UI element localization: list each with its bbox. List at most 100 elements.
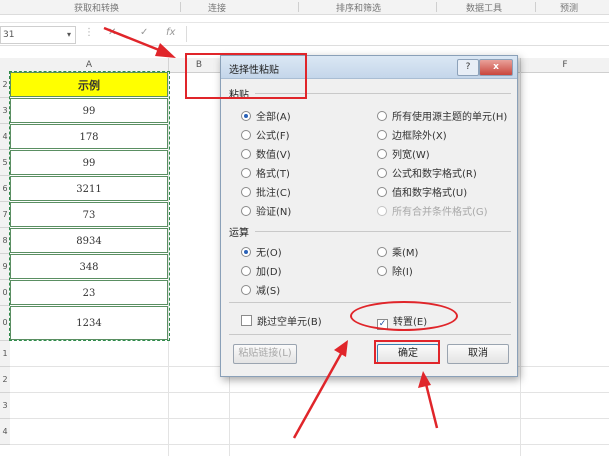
group-divider (229, 302, 511, 303)
radio-icon (377, 168, 387, 178)
radio-icon (377, 149, 387, 159)
column-header-f[interactable]: F (521, 58, 609, 73)
ribbon-group-connections[interactable]: 连接 (208, 1, 226, 14)
radio-icon (241, 247, 251, 257)
radio-op-subtract[interactable]: 减(S) (241, 282, 280, 297)
cell-a-header[interactable]: 示例 (10, 72, 168, 97)
radio-icon (241, 285, 251, 295)
chevron-down-icon[interactable]: ▾ (65, 27, 71, 43)
cell-value[interactable]: 99 (10, 98, 168, 123)
radio-op-add[interactable]: 加(D) (241, 263, 282, 278)
radio-icon (241, 168, 251, 178)
radio-paste-all[interactable]: 全部(A) (241, 108, 291, 123)
dialog-titlebar[interactable]: 选择性粘贴 ? x (221, 56, 517, 79)
radio-paste-values-number-formats[interactable]: 值和数字格式(U) (377, 184, 467, 199)
cell-value[interactable]: 8934 (10, 228, 168, 253)
grid-line (10, 418, 609, 419)
radio-paste-formulas[interactable]: 公式(F) (241, 127, 290, 142)
more-icon: ⋮ (84, 27, 94, 38)
row-header[interactable]: 4 (0, 419, 10, 445)
row-header[interactable]: 0 (0, 280, 10, 306)
cell-value[interactable]: 348 (10, 254, 168, 279)
checkmark-icon: ✓ (377, 319, 388, 330)
row-header[interactable]: 5 (0, 150, 10, 176)
ribbon-separator (180, 2, 181, 12)
radio-icon (377, 111, 387, 121)
close-button[interactable]: x (479, 59, 513, 76)
cell-value[interactable]: 178 (10, 124, 168, 149)
radio-paste-formats[interactable]: 格式(T) (241, 165, 290, 180)
radio-icon (241, 111, 251, 121)
cell-value[interactable]: 23 (10, 280, 168, 305)
cell-value[interactable]: 1234 (10, 306, 168, 340)
radio-op-none[interactable]: 无(O) (241, 244, 282, 259)
radio-op-divide[interactable]: 除(I) (377, 263, 413, 278)
row-header[interactable]: 4 (0, 124, 10, 150)
ribbon-separator (436, 2, 437, 12)
radio-icon (241, 266, 251, 276)
radio-paste-column-widths[interactable]: 列宽(W) (377, 146, 430, 161)
group-divider (255, 93, 511, 94)
dialog-title: 选择性粘贴 (229, 65, 279, 76)
grid-line (10, 392, 609, 393)
operation-group-label: 运算 (229, 228, 249, 239)
transpose-checkbox[interactable]: ✓ 转置(E) (377, 313, 427, 330)
radio-icon (377, 187, 387, 197)
ribbon-separator (298, 2, 299, 12)
cell-value[interactable]: 73 (10, 202, 168, 227)
column-header-a[interactable]: A (10, 58, 169, 73)
row-header[interactable]: 7 (0, 202, 10, 228)
cancel-icon[interactable]: ✕ (108, 27, 116, 38)
grid-line (520, 72, 521, 456)
radio-paste-no-borders[interactable]: 边框除外(X) (377, 127, 447, 142)
help-button[interactable]: ? (457, 59, 479, 76)
group-divider (229, 334, 511, 335)
radio-paste-values[interactable]: 数值(V) (241, 146, 291, 161)
cell-value[interactable]: 3211 (10, 176, 168, 201)
row-header[interactable]: 2 (0, 72, 10, 98)
skip-blanks-checkbox[interactable]: 跳过空单元(B) (241, 313, 322, 328)
ribbon-separator (535, 2, 536, 12)
radio-paste-formulas-number-formats[interactable]: 公式和数字格式(R) (377, 165, 477, 180)
radio-icon (377, 266, 387, 276)
radio-icon (377, 130, 387, 140)
radio-paste-comments[interactable]: 批注(C) (241, 184, 291, 199)
radio-icon (241, 187, 251, 197)
row-header[interactable]: 8 (0, 228, 10, 254)
radio-icon (377, 206, 387, 216)
radio-icon (241, 149, 251, 159)
ribbon-group-sort-filter[interactable]: 排序和筛选 (336, 1, 381, 14)
paste-group-label: 粘贴 (229, 90, 249, 101)
name-box[interactable]: 31 ▾ (0, 26, 76, 44)
formula-input[interactable] (186, 26, 609, 42)
cell-value[interactable]: 99 (10, 150, 168, 175)
group-divider (255, 231, 511, 232)
ribbon-group-strip: 获取和转换 连接 排序和筛选 数据工具 预测 (0, 0, 609, 15)
cancel-button[interactable]: 取消 (447, 344, 509, 364)
grid-line (10, 444, 609, 445)
radio-op-multiply[interactable]: 乘(M) (377, 244, 418, 259)
ribbon-group-get-transform[interactable]: 获取和转换 (74, 1, 119, 14)
radio-icon (377, 247, 387, 257)
radio-paste-validation[interactable]: 验证(N) (241, 203, 291, 218)
radio-paste-merge-conditional: 所有合并条件格式(G) (377, 203, 488, 218)
ok-button[interactable]: 确定 (377, 344, 439, 364)
paste-link-button[interactable]: 粘贴链接(L) (233, 344, 297, 364)
ribbon-group-data-tools[interactable]: 数据工具 (466, 1, 502, 14)
row-header[interactable]: 3 (0, 98, 10, 124)
formula-bar: 31 ▾ ⋮ ✕ ✓ fx (0, 22, 609, 46)
row-header[interactable]: 2 (0, 367, 10, 393)
row-header[interactable]: 3 (0, 393, 10, 419)
name-box-value: 31 (3, 30, 15, 40)
ribbon-group-forecast[interactable]: 预测 (560, 1, 578, 14)
function-icon[interactable]: fx (166, 27, 175, 38)
checkbox-icon (241, 315, 252, 326)
confirm-icon[interactable]: ✓ (140, 27, 148, 38)
radio-icon (241, 206, 251, 216)
row-header[interactable]: 9 (0, 254, 10, 280)
radio-paste-source-theme[interactable]: 所有使用源主题的单元(H) (377, 108, 507, 123)
row-header[interactable]: 0 (0, 306, 10, 341)
row-header[interactable]: 6 (0, 176, 10, 202)
row-header[interactable]: 1 (0, 341, 10, 367)
annotation-arrow-icon (424, 383, 439, 429)
